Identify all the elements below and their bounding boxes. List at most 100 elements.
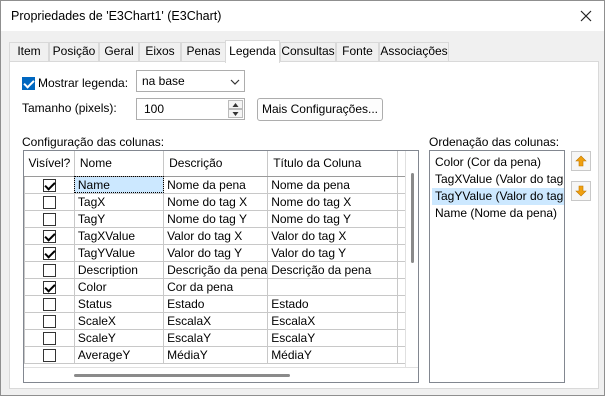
- column-header-visible[interactable]: Visível?: [24, 151, 75, 177]
- window-title: Propriedades de 'E3Chart1' (E3Chart): [11, 9, 222, 23]
- description-cell[interactable]: Nome do tag X: [163, 193, 269, 211]
- title-cell[interactable]: Nome do tag Y: [267, 210, 399, 228]
- tab-geral[interactable]: Geral: [99, 42, 139, 61]
- name-cell[interactable]: ScaleX: [74, 312, 165, 330]
- tab-item[interactable]: Item: [9, 42, 49, 61]
- description-cell[interactable]: Valor do tag X: [163, 227, 269, 245]
- title-cell[interactable]: Descrição da pena: [267, 261, 399, 279]
- title-cell[interactable]: Valor do tag X: [267, 227, 399, 245]
- description-cell[interactable]: Nome do tag Y: [163, 210, 269, 228]
- grid-vertical-scrollbar[interactable]: [405, 151, 418, 367]
- list-item-selected[interactable]: TagYValue (Valor do tag Y): [432, 188, 564, 205]
- properties-dialog: Propriedades de 'E3Chart1' (E3Chart) Ite…: [0, 0, 605, 396]
- name-cell[interactable]: TagXValue: [74, 227, 165, 245]
- table-row[interactable]: Status Estado Estado: [24, 295, 418, 313]
- name-cell[interactable]: ScaleY: [74, 329, 165, 347]
- tab-eixos[interactable]: Eixos: [139, 42, 181, 61]
- title-cell[interactable]: EscalaY: [267, 329, 399, 347]
- visible-checkbox[interactable]: [42, 280, 56, 294]
- visible-cell: [24, 329, 75, 347]
- columns-order-list[interactable]: Color (Cor da pena) TagXValue (Valor do …: [429, 150, 565, 383]
- tab-consultas[interactable]: Consultas: [280, 42, 336, 61]
- name-cell[interactable]: TagY: [74, 210, 165, 228]
- visible-cell: [24, 176, 75, 194]
- table-row[interactable]: TagY Nome do tag Y Nome do tag Y: [24, 210, 418, 228]
- description-cell[interactable]: EscalaY: [163, 329, 269, 347]
- visible-checkbox[interactable]: [42, 212, 56, 226]
- name-cell[interactable]: AverageY: [74, 346, 165, 364]
- scroll-thumb[interactable]: [74, 374, 290, 377]
- scroll-thumb[interactable]: [411, 173, 414, 263]
- visible-checkbox[interactable]: [42, 178, 56, 192]
- legend-position-select[interactable]: na base: [136, 70, 245, 92]
- table-row[interactable]: Name Nome da pena Nome da pena: [24, 176, 418, 194]
- stepper-down-icon[interactable]: [228, 109, 243, 118]
- column-header-title[interactable]: Título da Coluna: [267, 151, 399, 177]
- visible-checkbox[interactable]: [42, 263, 56, 277]
- title-cell[interactable]: EscalaX: [267, 312, 399, 330]
- title-cell[interactable]: Valor do tag Y: [267, 244, 399, 262]
- description-cell[interactable]: Valor do tag Y: [163, 244, 269, 262]
- column-header-name[interactable]: Nome: [74, 151, 165, 177]
- description-cell[interactable]: EscalaX: [163, 312, 269, 330]
- move-down-button[interactable]: [571, 181, 591, 201]
- name-cell[interactable]: TagYValue: [74, 244, 165, 262]
- tab-posicao[interactable]: Posição: [49, 42, 99, 61]
- table-row[interactable]: Color Cor da pena: [24, 278, 418, 296]
- size-stepper[interactable]: 100: [136, 98, 245, 120]
- list-item[interactable]: Name (Nome da pena): [435, 205, 557, 222]
- description-cell[interactable]: Cor da pena: [163, 278, 269, 296]
- tab-associacoes[interactable]: Associações: [379, 42, 449, 61]
- title-cell[interactable]: Estado: [267, 295, 399, 313]
- table-row[interactable]: AverageY MédiaY MédiaY: [24, 346, 418, 364]
- name-cell[interactable]: Status: [74, 295, 165, 313]
- description-cell[interactable]: Estado: [163, 295, 269, 313]
- visible-checkbox[interactable]: [42, 314, 56, 328]
- legend-position-value: na base: [142, 74, 185, 88]
- description-cell[interactable]: Descrição da pena: [163, 261, 269, 279]
- title-cell[interactable]: [267, 278, 399, 296]
- visible-cell: [24, 193, 75, 211]
- list-item[interactable]: Color (Cor da pena): [435, 154, 541, 171]
- table-row[interactable]: Description Descrição da pena Descrição da…: [24, 261, 418, 279]
- name-cell[interactable]: Description: [74, 261, 165, 279]
- chevron-down-icon: [230, 76, 240, 90]
- visible-checkbox[interactable]: [42, 297, 56, 311]
- title-cell[interactable]: Nome do tag X: [267, 193, 399, 211]
- table-row[interactable]: TagYValue Valor do tag Y Valor do tag Y: [24, 244, 418, 262]
- table-row[interactable]: ScaleY EscalaY EscalaY: [24, 329, 418, 347]
- table-row[interactable]: TagX Nome do tag X Nome do tag X: [24, 193, 418, 211]
- table-row[interactable]: ScaleX EscalaX EscalaX: [24, 312, 418, 330]
- columns-config-grid[interactable]: Visível? Nome Descrição Título da Coluna…: [23, 150, 419, 383]
- visible-checkbox[interactable]: [42, 246, 56, 260]
- name-cell[interactable]: TagX: [74, 193, 165, 211]
- move-up-button[interactable]: [571, 151, 591, 171]
- more-settings-button[interactable]: Mais Configurações...: [257, 98, 383, 121]
- show-legend-checkbox[interactable]: [22, 77, 35, 90]
- tab-legenda[interactable]: Legenda: [225, 40, 280, 63]
- show-legend-label: Mostrar legenda:: [38, 76, 129, 90]
- name-cell[interactable]: Name: [74, 176, 165, 194]
- visible-cell: [24, 346, 75, 364]
- grid-horizontal-scrollbar[interactable]: [24, 367, 418, 382]
- close-icon[interactable]: [574, 4, 598, 28]
- title-bar: Propriedades de 'E3Chart1' (E3Chart): [1, 1, 604, 31]
- name-cell[interactable]: Color: [74, 278, 165, 296]
- description-cell[interactable]: Nome da pena: [163, 176, 269, 194]
- tab-fonte[interactable]: Fonte: [336, 42, 379, 61]
- stepper-up-icon[interactable]: [228, 100, 243, 109]
- title-cell[interactable]: MédiaY: [267, 346, 399, 364]
- title-cell[interactable]: Nome da pena: [267, 176, 399, 194]
- description-cell[interactable]: MédiaY: [163, 346, 269, 364]
- tab-penas[interactable]: Penas: [181, 42, 226, 61]
- visible-checkbox[interactable]: [42, 348, 56, 362]
- arrow-down-icon: [575, 185, 587, 197]
- column-header-description[interactable]: Descrição: [163, 151, 269, 177]
- arrow-up-icon: [575, 155, 587, 167]
- columns-order-title: Ordenação das colunas:: [429, 135, 560, 149]
- visible-checkbox[interactable]: [42, 195, 56, 209]
- table-row[interactable]: TagXValue Valor do tag X Valor do tag X: [24, 227, 418, 245]
- list-item[interactable]: TagXValue (Valor do tag X): [435, 171, 564, 188]
- visible-checkbox[interactable]: [42, 229, 56, 243]
- visible-checkbox[interactable]: [42, 331, 56, 345]
